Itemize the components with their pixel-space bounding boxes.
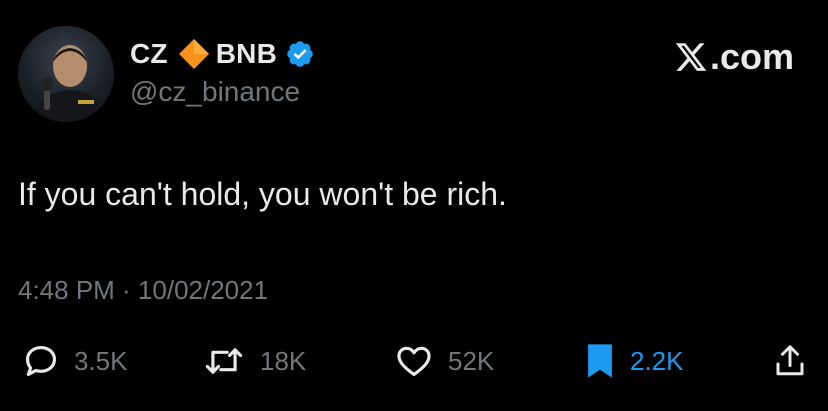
bookmark-count: 2.2K	[630, 345, 684, 376]
bookmark-filled-icon	[588, 344, 612, 378]
brand-text: .com	[709, 36, 794, 77]
avatar[interactable]	[18, 26, 114, 122]
reply-button[interactable]: 3.5K	[22, 336, 128, 386]
author-handle[interactable]: @cz_binance	[130, 76, 300, 108]
verified-badge-icon	[287, 41, 313, 67]
reply-icon	[25, 345, 57, 377]
author-name-row[interactable]: CZ BNB	[130, 36, 315, 72]
heart-icon	[397, 346, 431, 377]
action-bar: 3.5K 18K 52K 2.2K	[0, 336, 828, 386]
orange-diamond-icon	[178, 39, 209, 69]
x-logo-icon	[675, 43, 707, 71]
x-com-brand: .com	[674, 36, 794, 78]
display-name-right: BNB	[215, 38, 277, 69]
like-count: 52K	[448, 345, 495, 376]
retweet-button[interactable]: 18K	[202, 336, 306, 386]
avatar-photo	[32, 45, 108, 122]
bookmark-button[interactable]: 2.2K	[584, 336, 684, 386]
reply-count: 3.5K	[74, 345, 128, 376]
share-button[interactable]	[772, 336, 808, 386]
retweet-icon	[205, 348, 243, 374]
retweet-count: 18K	[260, 345, 307, 376]
tweet-timestamp[interactable]: 4:48 PM · 10/02/2021	[18, 275, 268, 306]
like-button[interactable]: 52K	[394, 336, 494, 386]
tweet-text: If you can't hold, you won't be rich.	[18, 176, 507, 212]
share-icon	[776, 345, 804, 376]
display-name-left: CZ	[130, 38, 168, 69]
